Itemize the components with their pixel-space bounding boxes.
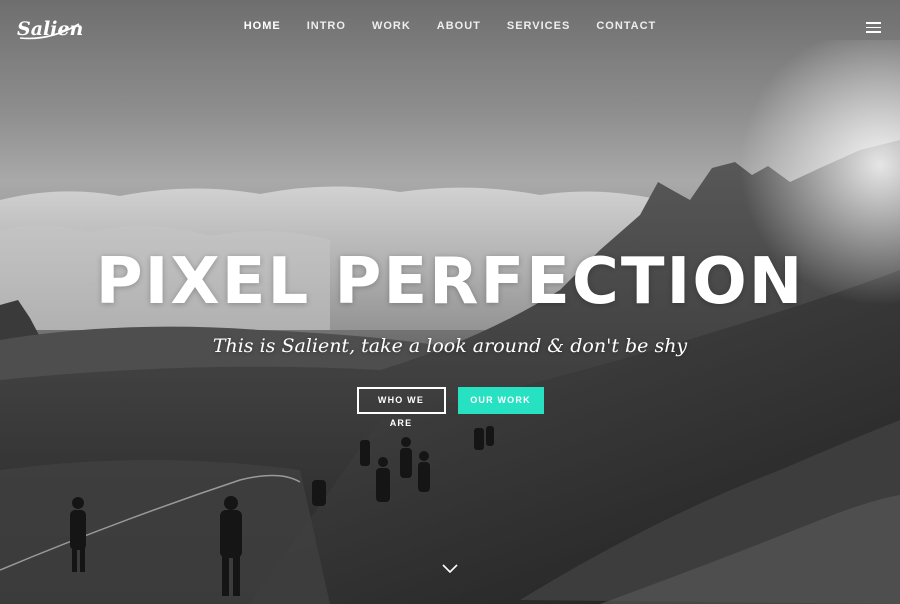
main-nav: HOME INTRO WORK ABOUT SERVICES CONTACT [0,20,900,32]
chevron-down-icon[interactable] [442,564,458,574]
hero-buttons: WHO WE ARE OUR WORK [0,387,900,428]
hamburger-icon[interactable] [866,22,881,33]
nav-item-home[interactable]: HOME [244,20,281,32]
nav-item-intro[interactable]: INTRO [307,20,346,32]
nav-item-contact[interactable]: CONTACT [596,20,656,32]
site-header: Salient HOME INTRO WORK ABOUT SERVICES C… [0,0,900,54]
hero-section: Salient HOME INTRO WORK ABOUT SERVICES C… [0,0,900,604]
our-work-button[interactable]: OUR WORK [457,387,544,414]
hamburger-line [866,26,881,28]
hero-subtitle: This is Salient, take a look around & do… [212,335,688,357]
nav-item-work[interactable]: WORK [372,20,411,32]
who-we-are-button[interactable]: WHO WE ARE [356,387,446,428]
hero-headline: PIXEL PERFECTION [95,245,805,319]
hamburger-line [866,22,881,24]
hamburger-line [866,31,881,33]
nav-item-about[interactable]: ABOUT [437,20,481,32]
hero-content: PIXEL PERFECTION This is Salient, take a… [0,242,900,428]
nav-item-services[interactable]: SERVICES [507,20,570,32]
